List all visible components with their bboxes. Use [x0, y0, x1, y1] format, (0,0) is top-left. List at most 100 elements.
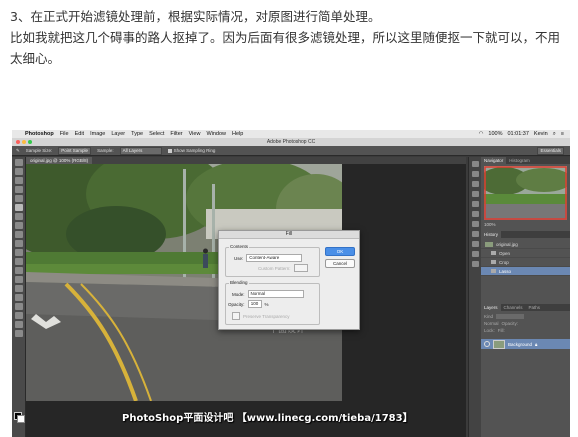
lock-icon: 🔒︎	[535, 341, 538, 347]
marquee-tool-icon[interactable]	[14, 168, 23, 175]
navigator-thumbnail	[484, 166, 567, 220]
menu-app-name[interactable]: Photoshop	[22, 131, 57, 137]
zoom-tool-icon[interactable]	[14, 330, 23, 337]
zoom-window-button[interactable]	[28, 140, 32, 144]
history-item-open[interactable]: Open	[481, 249, 570, 258]
menu-filter[interactable]: Filter	[167, 131, 185, 137]
ok-button[interactable]: OK	[325, 247, 355, 256]
tab-channels[interactable]: Channels	[501, 304, 526, 311]
panel-icon-dock	[468, 157, 481, 437]
character-panel-icon[interactable]	[471, 231, 479, 237]
actions-panel-icon[interactable]	[471, 261, 479, 267]
menu-file[interactable]: File	[57, 131, 72, 137]
sample-select[interactable]: All Layers	[119, 146, 162, 155]
snapshot-thumbnail	[485, 241, 493, 247]
options-bar: ✎ Sample Size: Point Sample Sample: All …	[12, 146, 570, 156]
history-step-icon	[491, 269, 496, 273]
paragraph-panel-icon[interactable]	[471, 241, 479, 247]
gradient-tool-icon[interactable]	[14, 258, 23, 265]
navigator-preview[interactable]	[484, 166, 567, 220]
dodge-tool-icon[interactable]	[14, 276, 23, 283]
lasso-tool-icon[interactable]	[14, 177, 23, 184]
brush-tool-icon[interactable]	[14, 222, 23, 229]
history-step-icon	[491, 251, 496, 255]
history-brush-tool-icon[interactable]	[14, 240, 23, 247]
preserve-transparency-row: Preserve Transparency	[232, 312, 290, 320]
hand-tool-icon[interactable]	[14, 321, 23, 328]
search-icon[interactable]: ⌕	[553, 131, 556, 138]
layers-controls: Kind Normal Opacity: Lock: Fill:	[481, 311, 570, 336]
menu-edit[interactable]: Edit	[72, 131, 87, 137]
blur-tool-icon[interactable]	[14, 267, 23, 274]
tab-paths[interactable]: Paths	[526, 304, 544, 311]
healing-brush-tool-icon[interactable]	[14, 213, 23, 220]
workspace-select[interactable]: Essentials	[537, 146, 564, 155]
visibility-eye-icon[interactable]	[484, 341, 490, 347]
show-sampling-ring-checkbox[interactable]: Show Sampling Ring	[167, 148, 215, 153]
tab-histogram[interactable]: Histogram	[506, 157, 533, 164]
layer-background[interactable]: Background 🔒︎	[481, 339, 570, 349]
layers-lock-label: Lock:	[484, 328, 495, 333]
menu-view[interactable]: View	[186, 131, 204, 137]
tab-history[interactable]: History	[481, 231, 502, 238]
tab-layers[interactable]: Layers	[481, 304, 501, 311]
custom-pattern-picker	[293, 264, 308, 272]
styles-panel-icon[interactable]	[471, 191, 479, 197]
eraser-tool-icon[interactable]	[14, 249, 23, 256]
layer-name: Background	[508, 341, 533, 347]
menu-type[interactable]: Type	[128, 131, 146, 137]
history-snapshot[interactable]: original.jpg	[481, 240, 570, 249]
use-label: Use:	[234, 255, 244, 261]
move-tool-icon[interactable]	[14, 159, 23, 166]
history-item-lasso[interactable]: Lasso	[481, 267, 570, 276]
brush-panel-icon[interactable]	[471, 221, 479, 227]
properties-panel-icon[interactable]	[471, 171, 479, 177]
background-color-swatch[interactable]	[17, 415, 25, 423]
window-titlebar: Adobe Photoshop CC	[12, 138, 570, 146]
type-tool-icon[interactable]	[14, 294, 23, 301]
shape-tool-icon[interactable]	[14, 312, 23, 319]
navigator-zoom[interactable]: 100%	[481, 222, 570, 228]
quick-selection-tool-icon[interactable]	[14, 186, 23, 193]
clone-stamp-tool-icon[interactable]	[14, 231, 23, 238]
menu-select[interactable]: Select	[146, 131, 167, 137]
layers-opacity-label: Opacity:	[501, 321, 519, 326]
crop-tool-icon[interactable]	[14, 195, 23, 202]
document-tab[interactable]: original.jpg @ 100% (RGB/8)	[26, 157, 93, 164]
layers-lock-row: Lock: Fill:	[484, 327, 567, 334]
history-panel-icon[interactable]	[471, 161, 479, 167]
article-line-1: 3、在正式开始滤镜处理前，根据实际情况，对原图进行简单处理。	[10, 9, 381, 24]
info-panel-icon[interactable]	[471, 251, 479, 257]
battery-status[interactable]: 100%	[488, 131, 502, 138]
menubar-clock[interactable]: 01:01:37	[508, 131, 529, 138]
menu-layer[interactable]: Layer	[108, 131, 128, 137]
opacity-input[interactable]: 100	[247, 300, 262, 308]
color-panel-icon[interactable]	[471, 201, 479, 207]
eyedropper-tool-icon[interactable]	[14, 204, 23, 211]
use-select[interactable]: Content-Aware	[246, 254, 303, 262]
path-selection-tool-icon[interactable]	[14, 303, 23, 310]
menubar-user[interactable]: Kevin	[534, 131, 548, 138]
menu-window[interactable]: Window	[203, 131, 229, 137]
pen-tool-icon[interactable]	[14, 285, 23, 292]
layers-kind-label[interactable]: Kind	[484, 314, 493, 319]
mode-select[interactable]: Normal	[247, 290, 304, 298]
list-icon[interactable]: ≡	[561, 131, 564, 138]
close-window-button[interactable]	[16, 140, 20, 144]
history-item-crop[interactable]: Crop	[481, 258, 570, 267]
adjustments-panel-icon[interactable]	[471, 181, 479, 187]
layers-blend-select[interactable]: Normal	[484, 321, 499, 326]
cancel-button[interactable]: Cancel	[325, 259, 355, 268]
minimize-window-button[interactable]	[22, 140, 26, 144]
opacity-unit: %	[264, 301, 269, 307]
right-panels: Navigator Histogram 100% History origina…	[481, 157, 570, 437]
menu-help[interactable]: Help	[229, 131, 246, 137]
swatches-panel-icon[interactable]	[471, 211, 479, 217]
menu-image[interactable]: Image	[87, 131, 108, 137]
sample-size-select[interactable]: Point Sample	[58, 146, 92, 155]
tab-navigator[interactable]: Navigator	[481, 157, 507, 164]
mode-label: Mode:	[232, 291, 245, 297]
wifi-icon[interactable]: ◠	[479, 131, 484, 138]
eyedropper-icon[interactable]: ✎	[16, 148, 20, 154]
layers-filter-select[interactable]	[496, 314, 525, 319]
